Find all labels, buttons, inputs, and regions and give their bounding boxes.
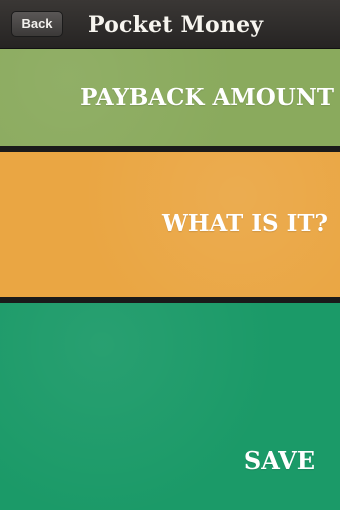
- page-title: Pocket Money: [88, 12, 264, 38]
- payback-amount-label: PAYBACK AMOUNT: [80, 84, 334, 111]
- save-label: SAVE: [243, 446, 315, 475]
- navigation-bar: Back Pocket Money: [0, 0, 340, 49]
- save-button[interactable]: SAVE: [0, 303, 340, 510]
- payback-amount-field[interactable]: PAYBACK AMOUNT: [0, 49, 340, 146]
- what-is-it-label: WHAT IS IT?: [162, 210, 328, 237]
- back-button[interactable]: Back: [11, 11, 63, 37]
- what-is-it-field[interactable]: WHAT IS IT?: [0, 152, 340, 297]
- pocket-money-screen: Back Pocket Money PAYBACK AMOUNT WHAT IS…: [0, 0, 340, 510]
